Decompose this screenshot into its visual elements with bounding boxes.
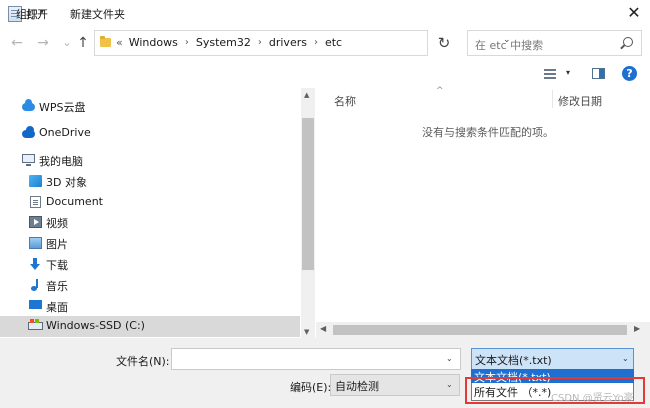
search-icon[interactable] <box>623 37 633 47</box>
chevron-right-icon[interactable]: › <box>258 37 262 48</box>
chevron-down-icon[interactable]: ⌄ <box>446 380 453 389</box>
sidebar-item-onedrive[interactable]: OneDrive <box>0 123 300 143</box>
video-icon <box>29 216 42 228</box>
scroll-left-icon[interactable]: ◀ <box>320 324 326 333</box>
close-button[interactable]: ✕ <box>622 2 646 24</box>
sidebar-item-label: OneDrive <box>39 126 91 139</box>
folder-icon <box>100 36 111 47</box>
scroll-right-icon[interactable]: ▶ <box>634 324 640 333</box>
chevron-right-icon[interactable]: › <box>314 37 318 48</box>
sidebar-item-downloads[interactable]: 下载 <box>0 254 300 274</box>
sidebar-item-pictures[interactable]: 图片 <box>0 233 300 253</box>
onedrive-icon <box>22 126 35 138</box>
view-options-icon[interactable] <box>544 69 556 79</box>
sidebar-item-desktop[interactable]: 桌面 <box>0 296 300 316</box>
sidebar-item-videos[interactable]: 视频 <box>0 212 300 232</box>
pictures-icon <box>29 237 42 249</box>
scroll-up-icon[interactable]: ▲ <box>304 91 309 99</box>
sidebar-item-label: Document <box>46 195 103 208</box>
help-icon[interactable]: ? <box>622 66 637 81</box>
document-icon <box>30 196 41 208</box>
sidebar-item-label: WPS云盘 <box>39 101 86 114</box>
sidebar-item-wps-cloud[interactable]: WPS云盘 <box>0 96 300 116</box>
cloud-icon <box>22 99 35 111</box>
scroll-down-icon[interactable]: ▼ <box>304 328 309 336</box>
computer-icon <box>22 154 35 166</box>
chevron-down-icon[interactable]: ▾ <box>566 68 570 77</box>
breadcrumb-drivers[interactable]: drivers <box>269 36 307 49</box>
up-button[interactable]: ↑ <box>74 34 92 52</box>
sidebar-item-label: 我的电脑 <box>39 155 83 168</box>
organize-button[interactable]: 组织 <box>16 6 38 22</box>
column-header-date-modified[interactable]: 修改日期 <box>558 93 602 109</box>
encoding-label: 编码(E): <box>290 381 332 394</box>
encoding-selected-value: 自动检测 <box>335 380 379 393</box>
sidebar-item-label: 3D 对象 <box>46 176 87 189</box>
filetype-selected-value: 文本文档(*.txt) <box>475 354 552 367</box>
search-placeholder: 在 etc 中搜索 <box>475 39 544 52</box>
sidebar-item-label: 桌面 <box>46 301 68 314</box>
chevron-down-icon[interactable]: ▾ <box>40 7 44 16</box>
column-header-name[interactable]: 名称 <box>334 93 356 109</box>
filename-label: 文件名(N): <box>116 355 170 368</box>
chevron-down-icon[interactable]: ⌄ <box>446 354 453 363</box>
sidebar-item-label: 音乐 <box>46 280 68 293</box>
breadcrumb-etc[interactable]: etc <box>325 36 342 49</box>
breadcrumb: « Windows › System32 › drivers › etc <box>116 36 342 49</box>
search-input[interactable]: 在 etc 中搜索 <box>467 30 642 56</box>
sidebar-item-music[interactable]: 音乐 <box>0 275 300 295</box>
empty-results-message: 没有与搜索条件匹配的项。 <box>422 126 554 139</box>
sidebar-item-document[interactable]: Document <box>0 192 300 212</box>
sidebar-item-label: 下载 <box>46 259 68 272</box>
refresh-button[interactable]: ↻ <box>430 30 458 56</box>
chevron-down-icon[interactable]: ⌄ <box>622 354 629 363</box>
column-divider[interactable] <box>552 90 553 108</box>
new-folder-button[interactable]: 新建文件夹 <box>70 6 125 22</box>
sidebar-item-label: Windows-SSD (C:) <box>46 319 145 332</box>
drive-icon <box>28 319 43 330</box>
desktop-icon <box>29 300 42 309</box>
sidebar-item-3d-objects[interactable]: 3D 对象 <box>0 171 300 191</box>
back-button[interactable]: ← <box>8 34 26 52</box>
sidebar-item-my-computer[interactable]: 我的电脑 <box>0 150 300 170</box>
filename-input[interactable] <box>171 348 461 370</box>
address-bar[interactable]: « Windows › System32 › drivers › etc ⌄ <box>94 30 511 56</box>
breadcrumb-overflow[interactable]: « <box>116 36 123 49</box>
preview-pane-icon[interactable] <box>592 68 605 79</box>
sort-ascending-icon: ^ <box>436 86 444 96</box>
download-icon <box>30 258 40 270</box>
sidebar-item-label: 图片 <box>46 238 68 251</box>
breadcrumb-windows[interactable]: Windows <box>129 36 178 49</box>
sidebar-scroll-thumb[interactable] <box>302 118 314 270</box>
3d-objects-icon <box>29 175 42 187</box>
forward-button[interactable]: → <box>34 34 52 52</box>
file-list-scroll-thumb[interactable] <box>333 325 627 335</box>
chevron-right-icon[interactable]: › <box>185 37 189 48</box>
sidebar-item-windows-ssd[interactable]: Windows-SSD (C:) <box>0 316 300 337</box>
annotation-highlight-box <box>465 377 645 404</box>
music-icon <box>29 279 42 291</box>
breadcrumb-system32[interactable]: System32 <box>196 36 251 49</box>
sidebar-item-label: 视频 <box>46 217 68 230</box>
